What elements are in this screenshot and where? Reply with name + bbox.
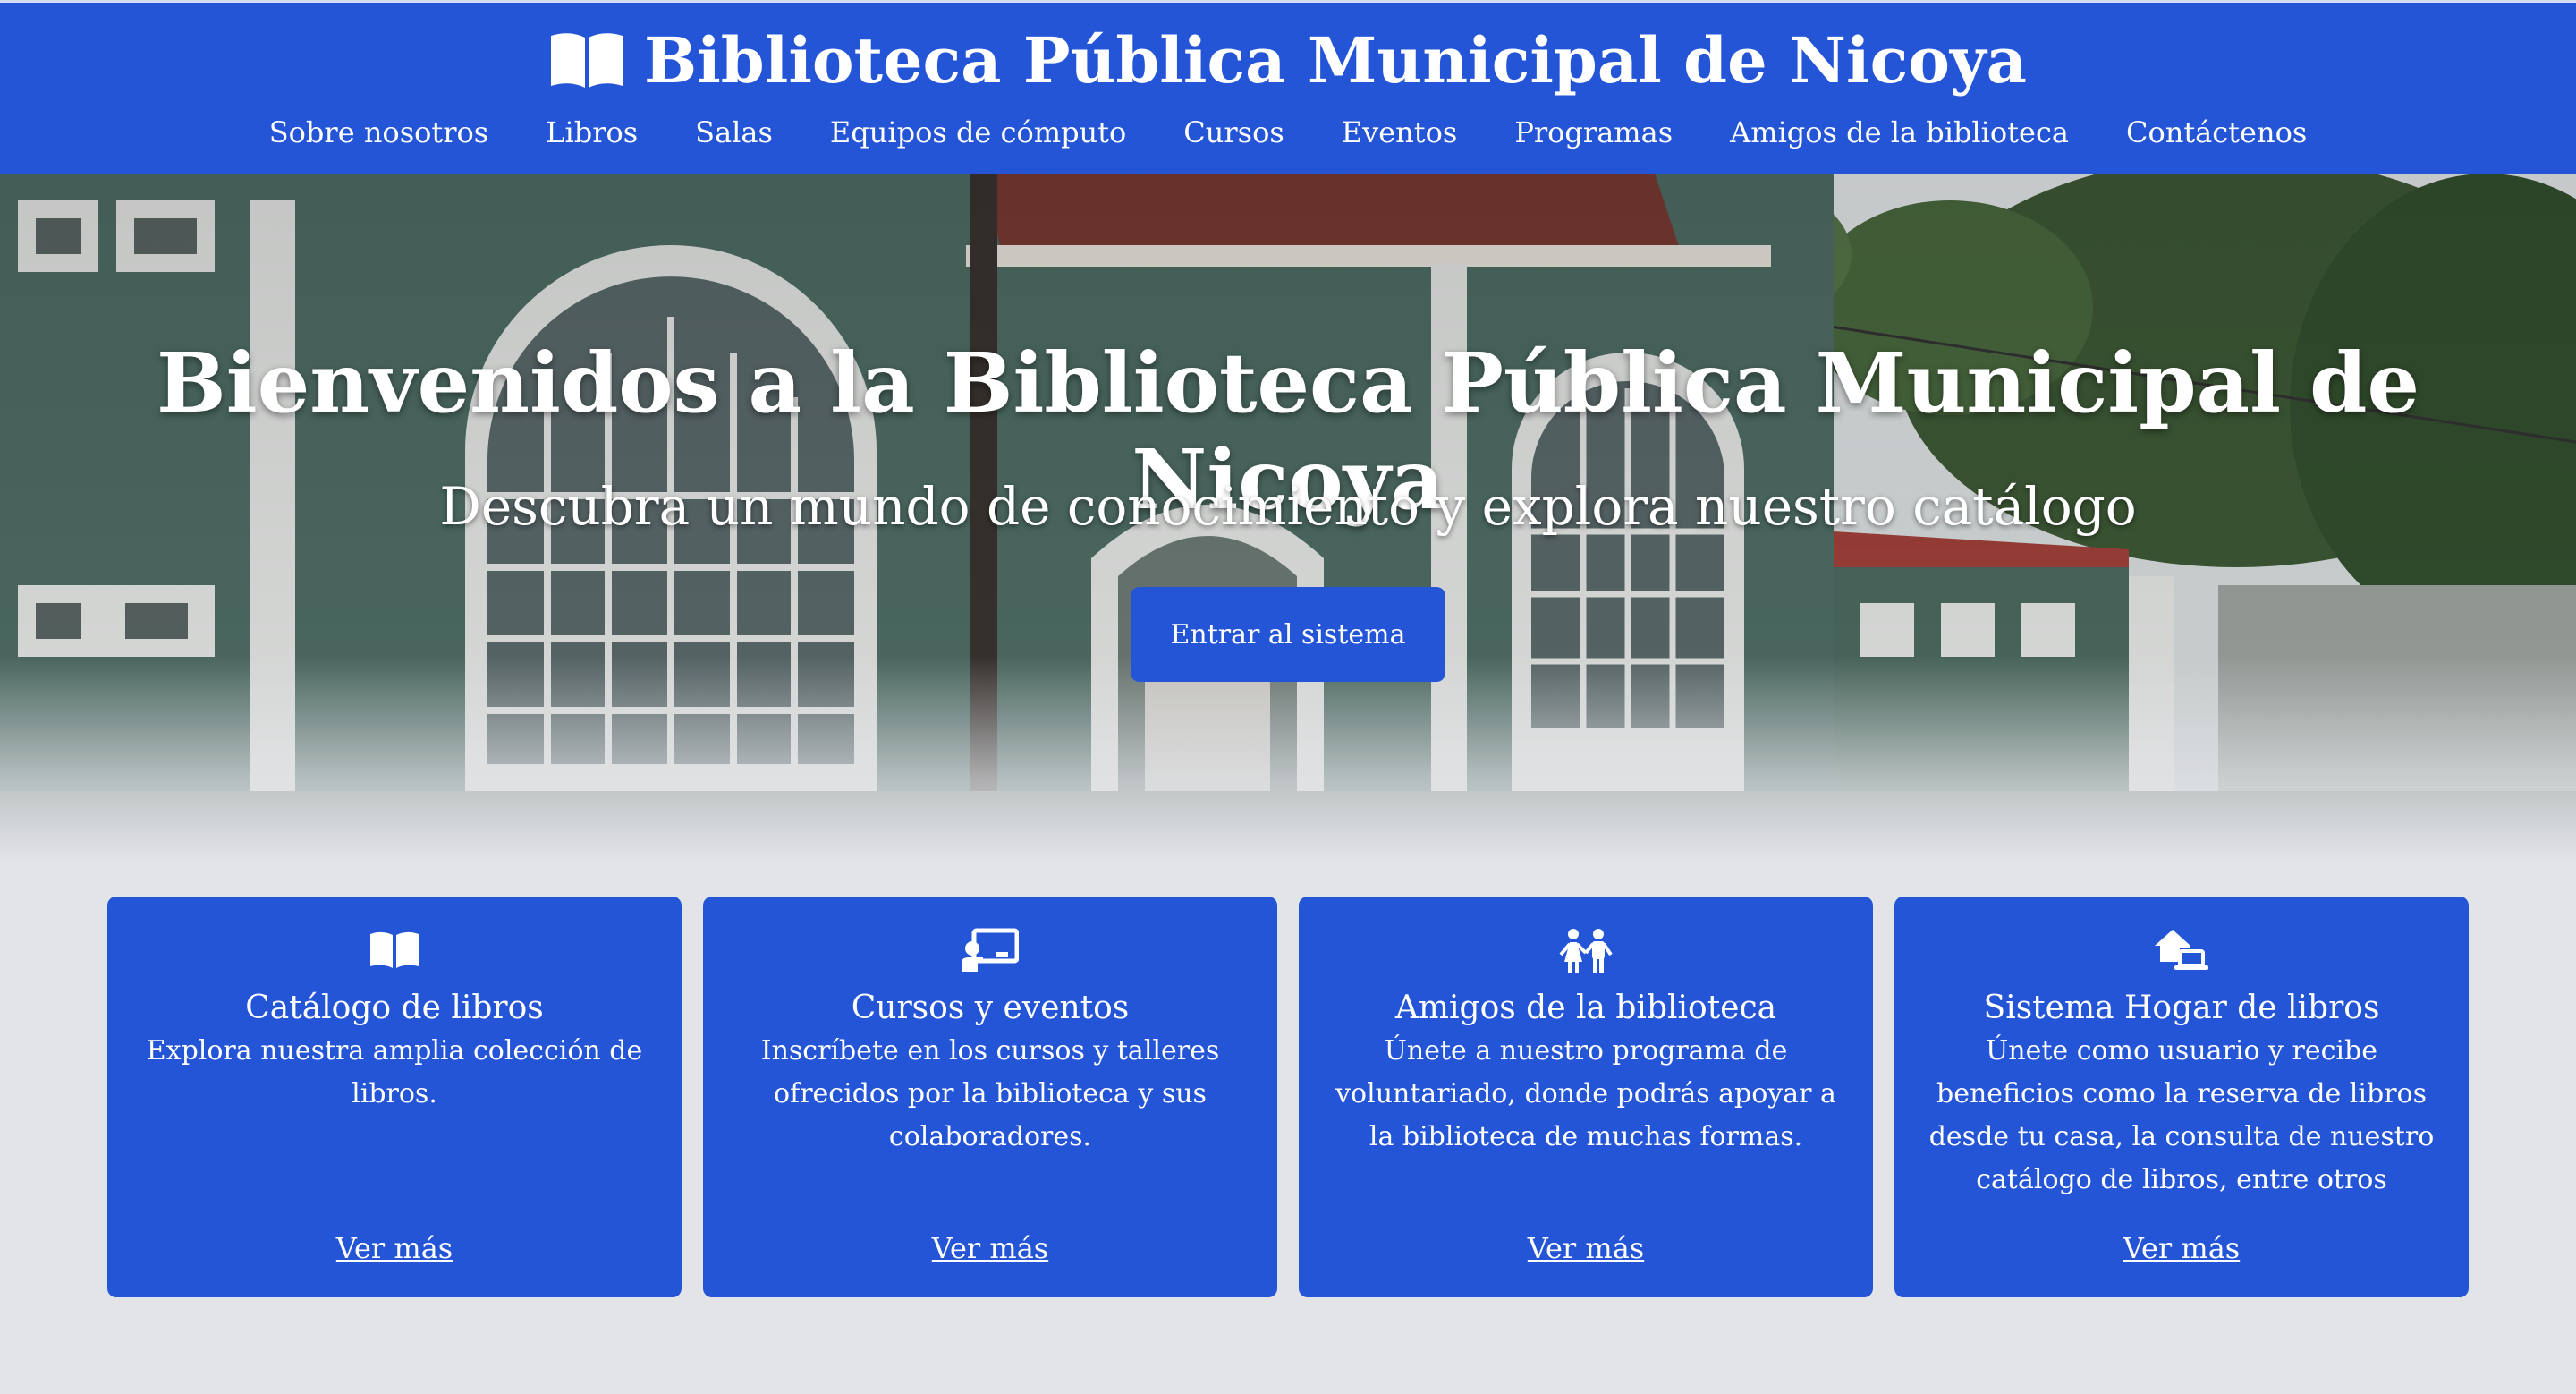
house-laptop-icon <box>2155 930 2208 970</box>
chalkboard-teacher-icon <box>962 928 1019 972</box>
card-description: Únete como usuario y recibe beneficios c… <box>1928 1035 2435 1195</box>
card-title: Sistema Hogar de libros <box>1983 990 2380 1026</box>
nav-libros[interactable]: Libros <box>517 115 666 149</box>
ver-mas-link[interactable]: Ver más <box>107 1231 682 1265</box>
hero-subtitle: Descubra un mundo de conocimiento y expl… <box>439 476 2137 537</box>
brand[interactable]: Biblioteca Pública Municipal de Nicoya <box>0 3 2576 98</box>
main-nav: Sobre nosotros Libros Salas Equipos de c… <box>0 115 2576 149</box>
card-title: Cursos y eventos <box>851 990 1130 1026</box>
ver-mas-link[interactable]: Ver más <box>1299 1231 1873 1265</box>
nav-eventos[interactable]: Eventos <box>1313 115 1487 149</box>
card-hogar-libros: Sistema Hogar de libros Únete como usuar… <box>1894 897 2469 1297</box>
children-icon <box>1559 929 1613 973</box>
card-catalogo: Catálogo de libros Explora nuestra ampli… <box>107 897 682 1297</box>
enter-system-button[interactable]: Entrar al sistema <box>1131 587 1445 682</box>
card-amigos: Amigos de la biblioteca Únete a nuestro … <box>1299 897 1873 1297</box>
ver-mas-link[interactable]: Ver más <box>703 1231 1277 1265</box>
nav-contactenos[interactable]: Contáctenos <box>2097 115 2335 149</box>
ver-mas-link[interactable]: Ver más <box>1894 1231 2469 1265</box>
feature-cards: Catálogo de libros Explora nuestra ampli… <box>107 897 2469 1297</box>
card-title: Amigos de la biblioteca <box>1394 990 1777 1026</box>
card-description: Inscríbete en los cursos y talleres ofre… <box>760 1035 1220 1152</box>
nav-amigos-biblioteca[interactable]: Amigos de la biblioteca <box>1701 115 2097 149</box>
card-cursos-eventos: Cursos y eventos Inscríbete en los curso… <box>703 897 1277 1297</box>
nav-salas[interactable]: Salas <box>666 115 801 149</box>
nav-programas[interactable]: Programas <box>1486 115 1701 149</box>
nav-sobre-nosotros[interactable]: Sobre nosotros <box>241 115 517 149</box>
book-open-icon <box>551 33 623 88</box>
book-open-icon <box>370 931 419 968</box>
card-description: Únete a nuestro programa de voluntariado… <box>1335 1035 1836 1152</box>
site-title: Biblioteca Pública Municipal de Nicoya <box>644 22 2027 98</box>
nav-cursos[interactable]: Cursos <box>1155 115 1313 149</box>
hero-section: Bienvenidos a la Biblioteca Pública Muni… <box>0 174 2576 863</box>
card-description: Explora nuestra amplia colección de libr… <box>146 1035 643 1109</box>
nav-equipos-computo[interactable]: Equipos de cómputo <box>801 115 1155 149</box>
site-header: Biblioteca Pública Municipal de Nicoya S… <box>0 0 2576 174</box>
card-title: Catálogo de libros <box>245 990 544 1026</box>
